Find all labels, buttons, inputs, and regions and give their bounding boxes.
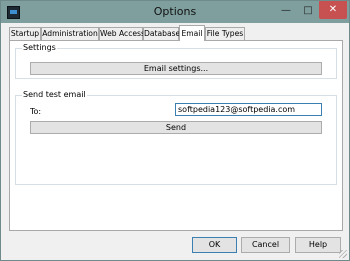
send-test-email-group: Send test email To: Send — [15, 90, 337, 185]
tab-email[interactable]: Email — [179, 25, 205, 41]
close-button[interactable]: ✕ — [319, 1, 347, 19]
send-test-email-group-label: Send test email — [22, 90, 87, 99]
title-bar[interactable]: Options — □ ✕ — [1, 1, 349, 23]
tab-file-types[interactable]: File Types — [205, 27, 245, 40]
tab-database[interactable]: Database — [143, 27, 180, 40]
settings-group: Settings Email settings... — [15, 43, 337, 79]
ok-button[interactable]: OK — [192, 237, 237, 253]
send-button[interactable]: Send — [30, 121, 322, 134]
to-label: To: — [30, 107, 42, 116]
email-tab-panel: Settings Email settings... Send test ema… — [9, 40, 343, 231]
tab-administration[interactable]: Administration — [41, 27, 99, 40]
minimize-button[interactable]: — — [275, 3, 297, 20]
resize-grip[interactable] — [339, 250, 347, 258]
help-button[interactable]: Help — [295, 237, 341, 253]
to-email-input[interactable] — [175, 103, 322, 116]
cancel-button[interactable]: Cancel — [241, 237, 290, 253]
options-window: Options — □ ✕ Startup Administration Web… — [0, 0, 350, 261]
tab-startup[interactable]: Startup — [9, 27, 41, 40]
settings-group-label: Settings — [22, 43, 57, 52]
maximize-button[interactable]: □ — [297, 3, 319, 20]
email-settings-button[interactable]: Email settings... — [30, 62, 322, 75]
tab-web-access[interactable]: Web Access — [99, 27, 145, 40]
